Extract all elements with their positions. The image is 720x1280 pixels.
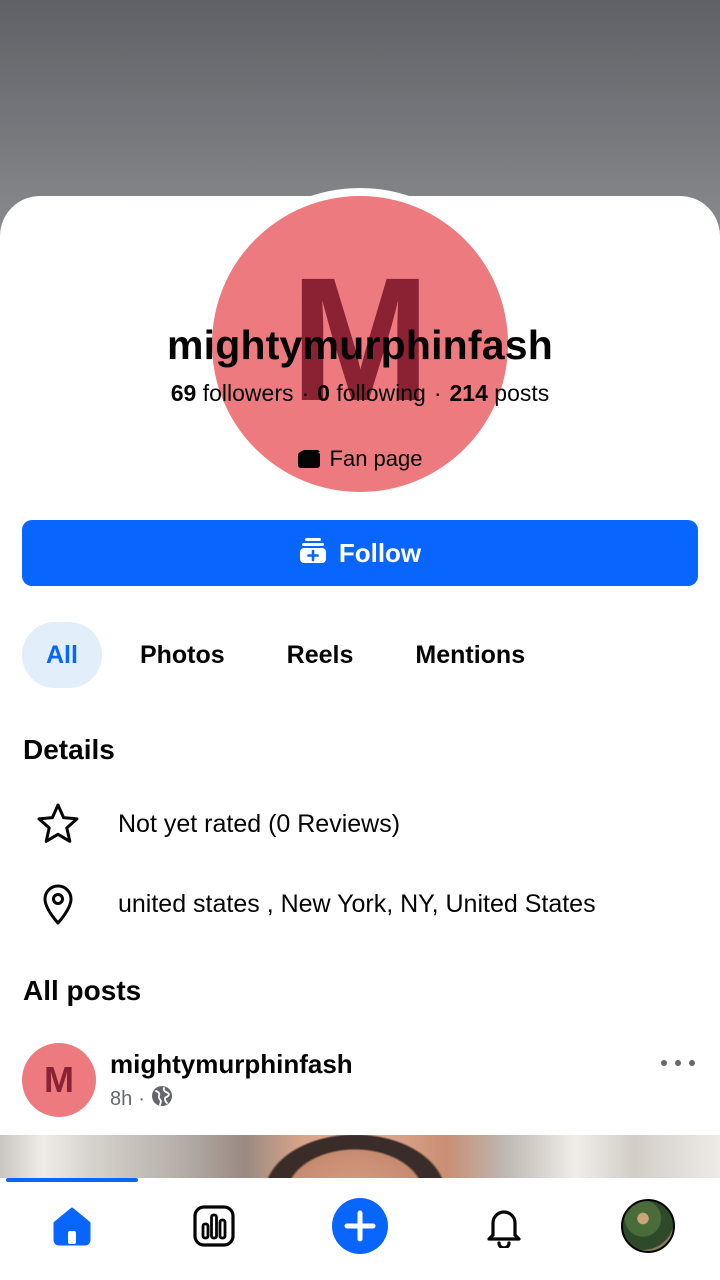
followers-stat[interactable]: 69 followers [171,380,294,406]
all-posts-heading: All posts [23,975,142,1006]
tab-photos[interactable]: Photos [116,622,249,688]
location-row[interactable]: united states , New York, NY, United Sta… [36,882,596,926]
dot [675,1060,681,1066]
rating-text: Not yet rated (0 Reviews) [118,809,401,838]
following-count: 0 [317,380,330,406]
rating-row[interactable]: Not yet rated (0 Reviews) [36,802,400,846]
add-friend-icon [299,536,327,571]
star-icon [36,802,80,846]
posts-label: posts [494,380,550,406]
follow-button[interactable]: Follow [22,520,698,586]
post-time[interactable]: 8h [110,1088,132,1111]
tab-reels[interactable]: Reels [263,622,378,688]
following-label: following [336,380,426,406]
post-author-avatar[interactable]: M [22,1043,96,1117]
create-plus-icon[interactable] [330,1196,390,1256]
dot [661,1060,667,1066]
category-label: Fan page [329,446,423,471]
followers-label: followers [202,380,294,406]
tab-all[interactable]: All [22,622,102,688]
profile-picture-thumbnail [621,1199,675,1253]
dashboard-icon[interactable] [184,1196,244,1256]
following-stat[interactable]: 0 following [317,380,426,406]
dot [689,1060,695,1066]
meta-separator: · [138,1087,145,1110]
profile-category: Fan page [0,446,720,472]
notifications-bell-icon[interactable] [474,1196,534,1256]
profile-name: mightymurphinfash [166,322,554,368]
profile-stats: 69 followers · 0 following · 214 posts [0,380,720,407]
posts-stat[interactable]: 214 posts [450,380,550,406]
location-pin-icon [36,882,80,926]
post-more-options-button[interactable] [658,1051,698,1075]
details-heading: Details [23,734,115,765]
post-avatar-letter: M [44,1059,74,1100]
active-tab-indicator [6,1178,138,1182]
stat-separator: · [433,380,442,406]
tab-mentions[interactable]: Mentions [391,622,549,688]
globe-icon [151,1085,173,1113]
post-image[interactable] [0,1135,720,1180]
profile-avatar[interactable] [618,1196,678,1256]
post-meta: 8h · [110,1085,173,1113]
clapperboard-icon [297,450,320,468]
home-icon[interactable] [42,1196,102,1256]
post-author-name[interactable]: mightymurphinfash [110,1049,353,1080]
post-header: M mightymurphinfash 8h · [22,1043,698,1117]
bottom-navigation [0,1178,720,1280]
profile-tabs: All Photos Reels Mentions [22,622,549,688]
location-text: united states , New York, NY, United Sta… [118,889,596,918]
stat-separator: · [301,380,310,406]
follow-button-label: Follow [338,537,422,568]
followers-count: 69 [170,380,197,406]
post-image-subject [250,1135,460,1180]
posts-count: 214 [449,380,488,406]
